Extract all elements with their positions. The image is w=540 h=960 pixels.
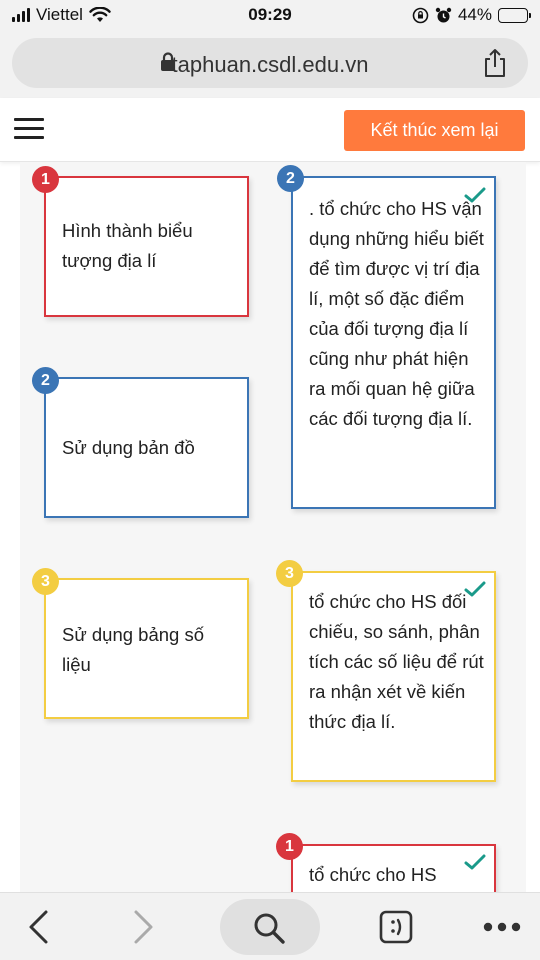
status-right: 44% bbox=[412, 5, 531, 25]
left-card-3-number-badge: 3 bbox=[32, 568, 59, 595]
card-text: Hình thành biểu tượng địa lí bbox=[62, 220, 193, 271]
forward-icon[interactable] bbox=[132, 909, 156, 945]
check-icon bbox=[464, 581, 486, 597]
left-card-1-number-badge: 1 bbox=[32, 166, 59, 193]
search-icon bbox=[254, 913, 285, 944]
right-card-2-number-badge: 3 bbox=[276, 560, 303, 587]
battery-icon bbox=[498, 7, 531, 23]
end-review-button[interactable]: Kết thúc xem lại bbox=[344, 110, 525, 151]
right-card-1[interactable]: . tổ chức cho HS vận dụng những hiểu biế… bbox=[291, 176, 496, 509]
left-card-2-number-badge: 2 bbox=[32, 367, 59, 394]
back-icon[interactable] bbox=[26, 909, 50, 945]
matching-area: Hình thành biểu tượng địa lí 1 Sử dụng b… bbox=[20, 162, 526, 892]
url-text: taphuan.csdl.edu.vn bbox=[171, 52, 369, 77]
card-text: . tổ chức cho HS vận dụng những hiểu biế… bbox=[309, 198, 484, 429]
share-icon[interactable] bbox=[482, 48, 508, 78]
browser-toolbar bbox=[0, 892, 540, 960]
alarm-icon bbox=[435, 7, 452, 22]
right-card-1-number-badge: 2 bbox=[277, 165, 304, 192]
status-bar: Viettel 09:29 44% bbox=[0, 0, 540, 32]
right-card-3[interactable]: tổ chức cho HS bbox=[291, 844, 496, 892]
check-icon bbox=[464, 187, 486, 203]
app-header: Kết thúc xem lại bbox=[0, 98, 540, 162]
reader-mode-icon[interactable] bbox=[379, 910, 413, 944]
right-card-3-number-badge: 1 bbox=[276, 833, 303, 860]
left-card-3[interactable]: Sử dụng bảng số liệu bbox=[44, 578, 249, 719]
orientation-lock-icon bbox=[412, 7, 429, 23]
right-card-2[interactable]: tổ chức cho HS đối chiếu, so sánh, phân … bbox=[291, 571, 496, 782]
check-icon bbox=[464, 854, 486, 870]
card-text: tổ chức cho HS đối chiếu, so sánh, phân … bbox=[309, 591, 484, 732]
battery-percent: 44% bbox=[457, 5, 492, 24]
card-text: tổ chức cho HS bbox=[309, 864, 437, 885]
browser-address-area: taphuan.csdl.edu.vn bbox=[0, 32, 540, 98]
left-card-2[interactable]: Sử dụng bản đồ bbox=[44, 377, 249, 518]
card-text: Sử dụng bảng số liệu bbox=[62, 624, 204, 675]
search-button[interactable] bbox=[220, 899, 320, 955]
address-bar[interactable]: taphuan.csdl.edu.vn bbox=[12, 38, 528, 88]
more-icon[interactable] bbox=[482, 921, 522, 933]
card-text: Sử dụng bản đồ bbox=[62, 437, 195, 458]
hamburger-menu-icon[interactable] bbox=[14, 118, 44, 140]
left-card-1[interactable]: Hình thành biểu tượng địa lí bbox=[44, 176, 249, 317]
